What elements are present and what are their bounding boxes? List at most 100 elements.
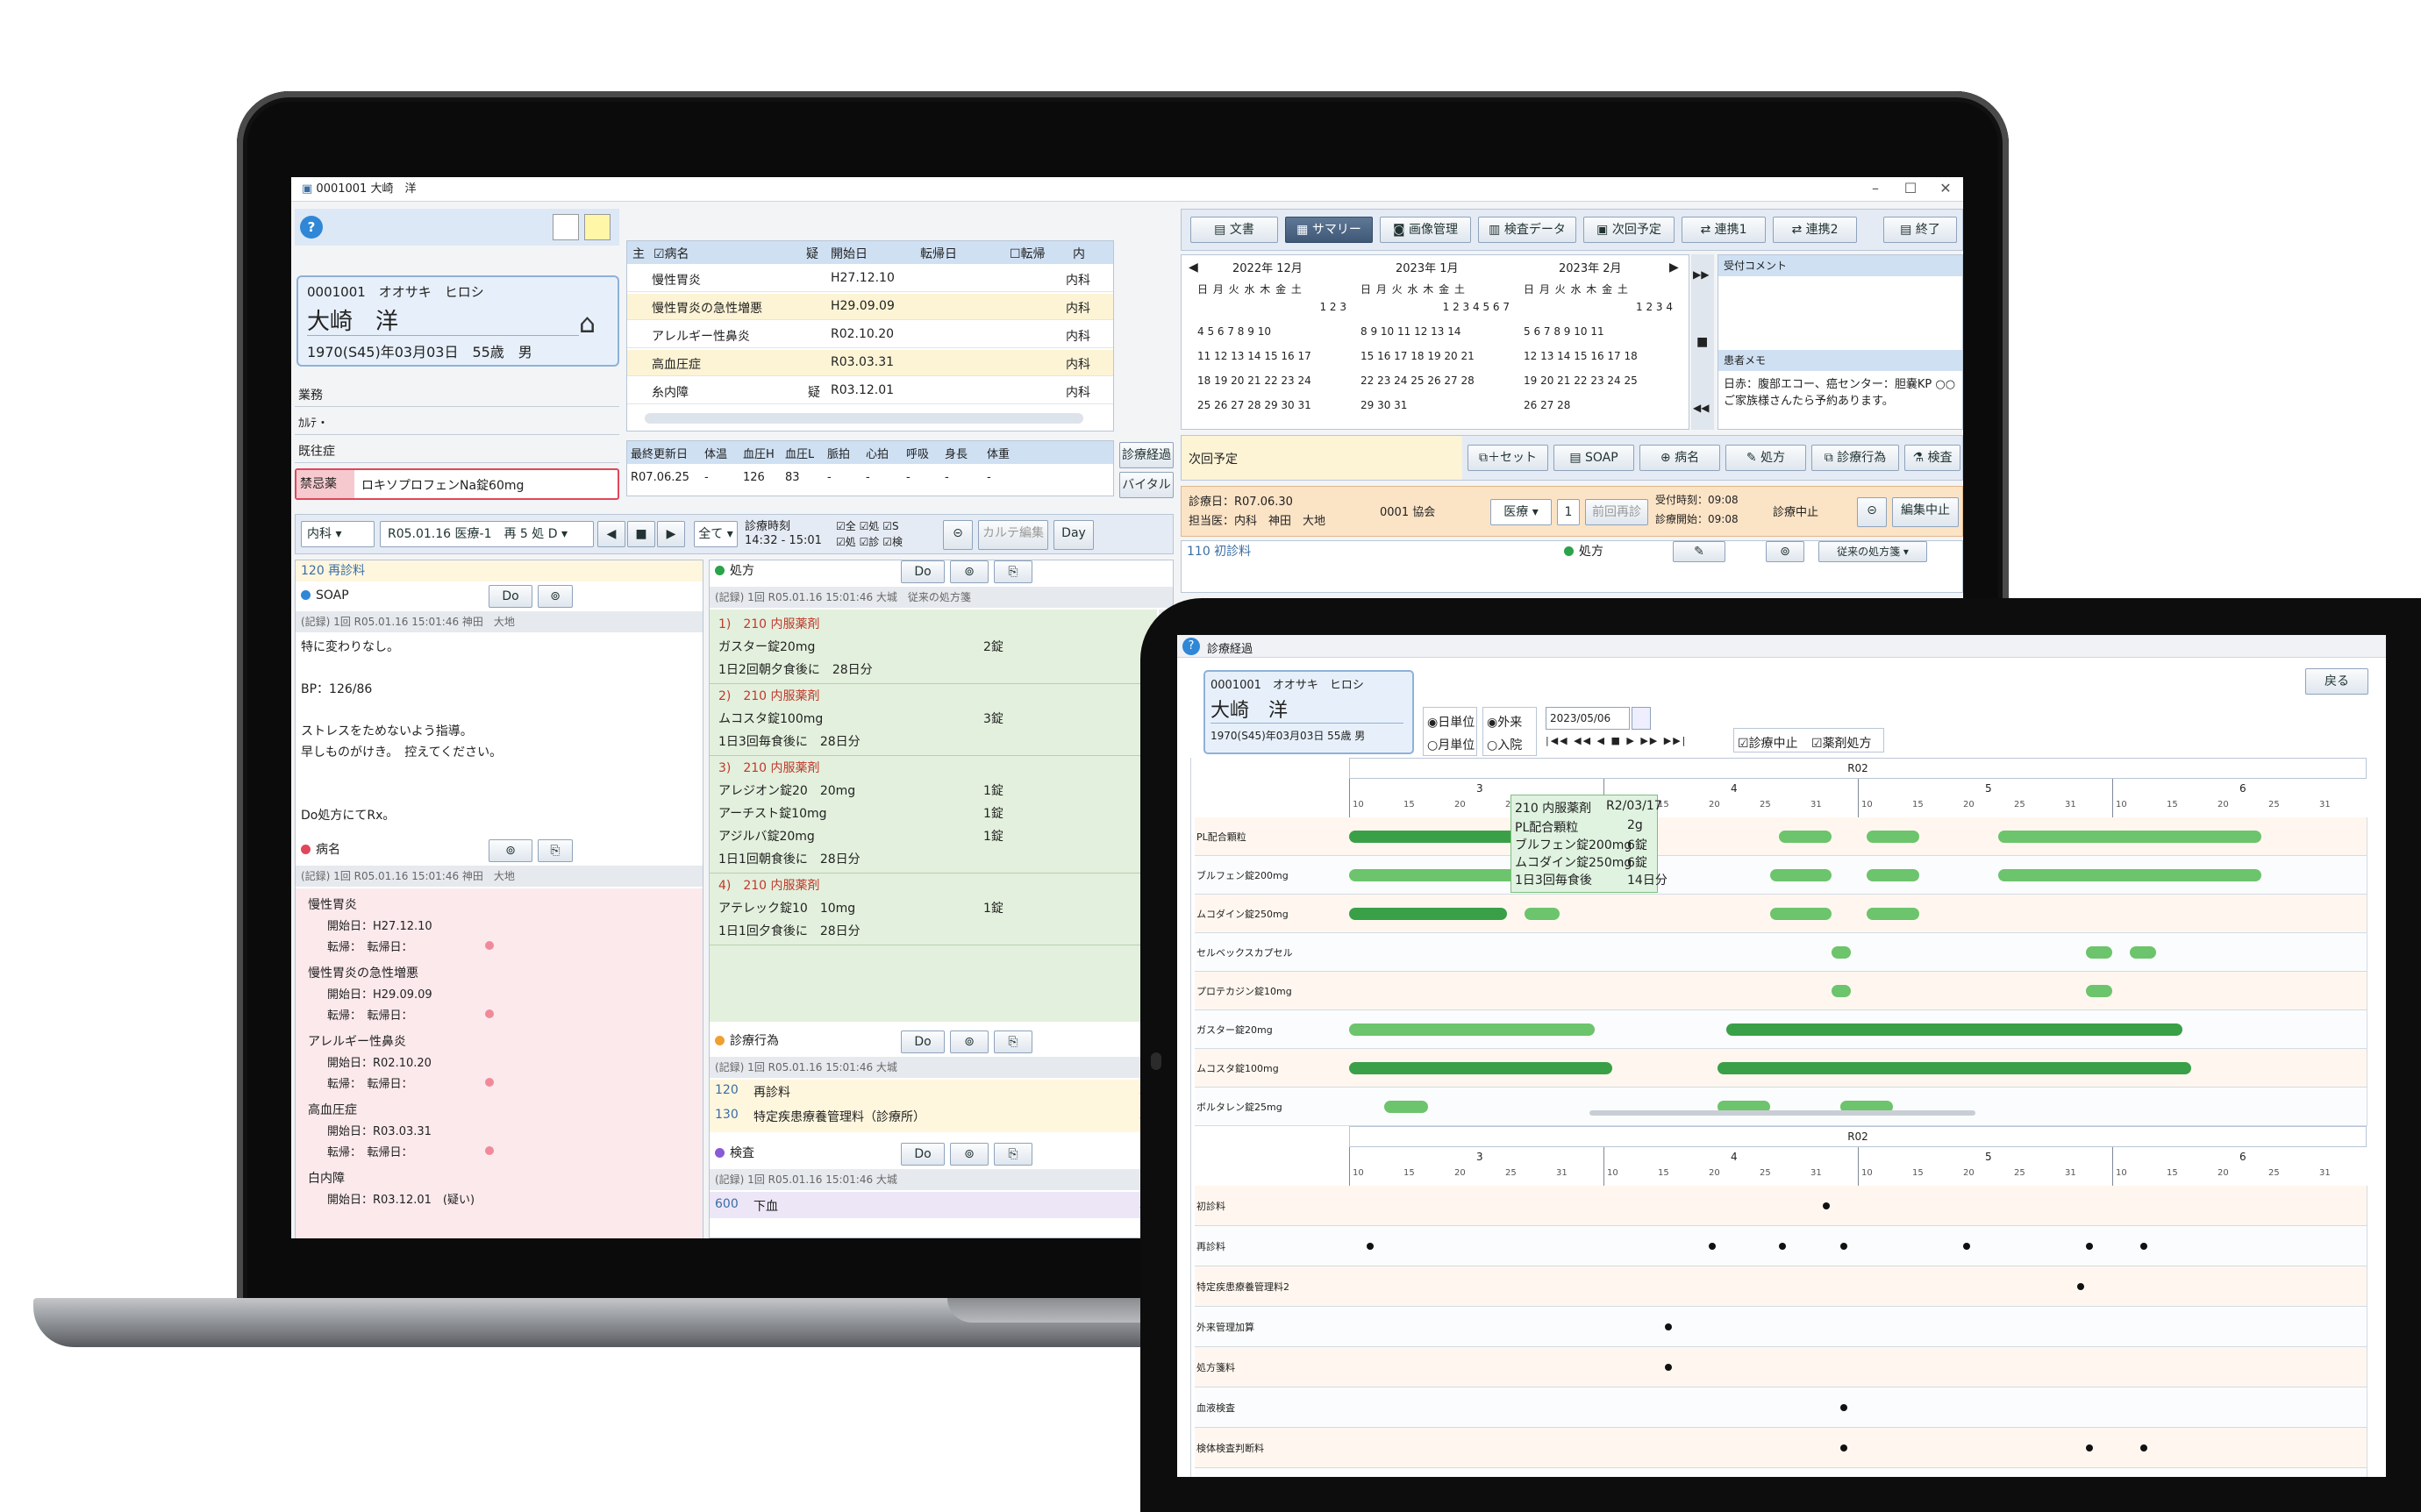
exam-do-button[interactable]: Do bbox=[901, 1143, 945, 1166]
act-marker[interactable] bbox=[1963, 1243, 1970, 1250]
cancel-edit-button[interactable]: 編集中止 bbox=[1892, 497, 1959, 527]
rx-duration-bar[interactable] bbox=[1867, 831, 1919, 843]
contraindication-row[interactable]: 禁忌薬 ロキソプロフェンNa錠60mg bbox=[295, 468, 619, 500]
pen-icon[interactable]: ✎ bbox=[1673, 541, 1725, 562]
acts-copy-icon[interactable]: ⎘ bbox=[994, 1031, 1032, 1053]
rx-duration-bar[interactable] bbox=[1867, 869, 1919, 881]
exam-lock-icon[interactable]: ⊚ bbox=[950, 1143, 989, 1166]
minimize-button[interactable]: – bbox=[1858, 177, 1893, 202]
rx-duration-bar[interactable] bbox=[1718, 1062, 2191, 1074]
acts-timeline-row[interactable]: 初診料 bbox=[1195, 1186, 2367, 1226]
calendar-week[interactable]: 11 12 13 14 15 16 17 bbox=[1197, 350, 1346, 362]
rx-duration-bar[interactable] bbox=[2130, 946, 2156, 959]
horizontal-scrollbar[interactable] bbox=[645, 413, 1083, 424]
acts-timeline-row[interactable]: ECG(12誘導) bbox=[1195, 1468, 2367, 1477]
act-marker[interactable] bbox=[2140, 1444, 2147, 1451]
acts-do-button[interactable]: Do bbox=[901, 1031, 945, 1053]
tablet-filter-checks[interactable]: ☑診療中止 ☑薬剤処方 bbox=[1733, 728, 1884, 752]
tab-lab-data[interactable]: ▥ 検査データ bbox=[1478, 217, 1576, 243]
patient-note-text[interactable]: 日赤：腹部エコー、癌センター：胆嚢KP ○○ ご家族様さんたら予約あります。 bbox=[1724, 374, 1960, 408]
soap-history-icon[interactable]: ⊚ bbox=[538, 585, 573, 608]
calendar-week[interactable]: 29 30 31 bbox=[1360, 399, 1510, 411]
disease-table-row[interactable]: 糸内障 疑 R03.12.01 内科 bbox=[627, 378, 1113, 404]
tab-link1[interactable]: ⇄ 連携1 bbox=[1682, 217, 1766, 243]
stop-icon[interactable]: ■ bbox=[1696, 335, 1708, 349]
calendar-week[interactable]: 4 5 6 7 8 9 10 bbox=[1197, 325, 1346, 338]
rx-type-select[interactable]: 従来の処方箋 ▾ bbox=[1818, 541, 1927, 562]
act-marker[interactable] bbox=[2086, 1243, 2093, 1250]
rx-button[interactable]: ✎ 処方 bbox=[1725, 445, 1806, 471]
back-button[interactable]: 戻る bbox=[2305, 668, 2368, 695]
calendar-week[interactable]: 18 19 20 21 22 23 24 bbox=[1197, 374, 1346, 387]
rx-duration-bar[interactable] bbox=[1726, 1023, 2182, 1036]
act-marker[interactable] bbox=[1840, 1444, 1847, 1451]
record-select[interactable]: R05.01.16 医療-1 再 5 処 D ▾ bbox=[380, 521, 594, 547]
tab-summary[interactable]: ▦ サマリー bbox=[1285, 217, 1373, 243]
calendar-week[interactable]: 12 13 14 15 16 17 18 bbox=[1524, 350, 1673, 362]
day-button[interactable]: Day bbox=[1053, 520, 1094, 550]
rx-copy-icon[interactable]: ⎘ bbox=[994, 560, 1032, 583]
calendar-week[interactable]: 5 6 7 8 9 10 11 bbox=[1524, 325, 1673, 338]
act-marker[interactable] bbox=[1665, 1364, 1672, 1371]
acts-timeline-row[interactable]: 特定疾患療養管理料2 bbox=[1195, 1266, 2367, 1307]
act-marker[interactable] bbox=[2077, 1283, 2084, 1290]
karte-edit-button[interactable]: カルテ編集 bbox=[978, 520, 1048, 550]
tab-link2[interactable]: ⇄ 連携2 bbox=[1773, 217, 1857, 243]
tablet-nav-buttons[interactable]: |◀◀ ◀◀ ◀ ■ ▶ ▶▶ ▶▶| bbox=[1546, 735, 1721, 756]
memo-icon[interactable] bbox=[553, 214, 579, 240]
date-field[interactable]: 2023/05/06 bbox=[1546, 707, 1630, 730]
rx-duration-bar[interactable] bbox=[1998, 869, 2261, 881]
disease-table-row[interactable]: アレルギー性鼻炎 R02.10.20 内科 bbox=[627, 322, 1113, 348]
count-field[interactable]: 1 bbox=[1557, 499, 1580, 525]
acts-timeline-row[interactable]: 処方箋料 bbox=[1195, 1347, 2367, 1387]
soap-text[interactable]: 特に変わりなし。 BP：126/86 ストレスをためないよう指導。 早しものがけき。 … bbox=[301, 638, 696, 831]
tab-document[interactable]: ▤ 文書 bbox=[1190, 217, 1278, 243]
disease-button[interactable]: ⊕ 病名 bbox=[1639, 445, 1720, 471]
rx-timeline-row[interactable]: セルベックスカプセル bbox=[1195, 933, 2367, 972]
disease-lock-icon[interactable]: ⊚ bbox=[489, 839, 532, 862]
calendar-week[interactable]: 25 26 27 28 29 30 31 bbox=[1197, 399, 1346, 411]
calendar-week[interactable]: 1 2 3 bbox=[1197, 301, 1346, 313]
calendar-week[interactable]: 22 23 24 25 26 27 28 bbox=[1360, 374, 1510, 387]
rx-timeline-row[interactable]: プロテカジン錠10mg bbox=[1195, 972, 2367, 1010]
lock-icon[interactable]: ⊝ bbox=[943, 520, 973, 550]
previous-visit-button[interactable]: 前回再診 bbox=[1585, 499, 1648, 525]
acts-timeline-row[interactable]: 検体検査判断料 bbox=[1195, 1428, 2367, 1468]
rx-duration-bar[interactable] bbox=[2086, 946, 2112, 959]
rx-duration-bar[interactable] bbox=[1770, 908, 1832, 920]
tab-next-plan[interactable]: ▣ 次回予定 bbox=[1583, 217, 1675, 243]
lock-icon[interactable]: ⊝ bbox=[1857, 497, 1887, 527]
maximize-button[interactable]: ☐ bbox=[1893, 177, 1928, 202]
acts-lock-icon[interactable]: ⊚ bbox=[950, 1031, 989, 1053]
disease-copy-icon[interactable]: ⎘ bbox=[538, 839, 573, 862]
act-marker[interactable] bbox=[1823, 1202, 1830, 1209]
rx-duration-bar[interactable] bbox=[1779, 831, 1832, 843]
sticky-note-icon[interactable] bbox=[584, 214, 611, 240]
prev-month-icon[interactable]: ◀ bbox=[1189, 260, 1198, 275]
stop-icon[interactable]: ■ bbox=[627, 521, 655, 547]
rx-lock-icon[interactable]: ⊚ bbox=[950, 560, 989, 583]
rx-duration-bar[interactable] bbox=[1832, 946, 1851, 959]
rx-duration-bar[interactable] bbox=[2086, 985, 2112, 997]
filter-checkboxes[interactable]: ☑全 ☑処 ☑S bbox=[836, 518, 899, 533]
act-marker[interactable] bbox=[1779, 1243, 1786, 1250]
rx-duration-bar[interactable] bbox=[1770, 869, 1832, 881]
acts-timeline-row[interactable]: 血液検査 bbox=[1195, 1387, 2367, 1428]
disease-table-row[interactable]: 高血圧症 R03.03.31 内科 bbox=[627, 350, 1113, 376]
acts-button[interactable]: ⧉ 診療行為 bbox=[1811, 445, 1899, 471]
act-marker[interactable] bbox=[1840, 1243, 1847, 1250]
visit-type-radio-group[interactable]: ◉外来 ○入院 bbox=[1482, 707, 1537, 756]
rx-duration-bar[interactable] bbox=[1349, 1023, 1595, 1036]
act-marker[interactable] bbox=[2086, 1444, 2093, 1451]
exit-button[interactable]: ▤ 終了 bbox=[1883, 217, 1957, 243]
rx-duration-bar[interactable] bbox=[1349, 908, 1507, 920]
close-button[interactable]: ✕ bbox=[1928, 177, 1963, 202]
act-marker[interactable] bbox=[1367, 1243, 1374, 1250]
act-marker[interactable] bbox=[1840, 1404, 1847, 1411]
calendar-week[interactable]: 1 2 3 4 5 6 7 bbox=[1360, 301, 1510, 313]
rx-duration-bar[interactable] bbox=[1525, 908, 1560, 920]
disease-table-row[interactable]: 慢性胃炎 H27.12.10 内科 bbox=[627, 266, 1113, 292]
rx-timeline-row[interactable]: ボルタレン錠25mg bbox=[1195, 1088, 2367, 1126]
insurance-select[interactable]: 医療 ▾ bbox=[1490, 499, 1552, 525]
act-marker[interactable] bbox=[1709, 1243, 1716, 1250]
